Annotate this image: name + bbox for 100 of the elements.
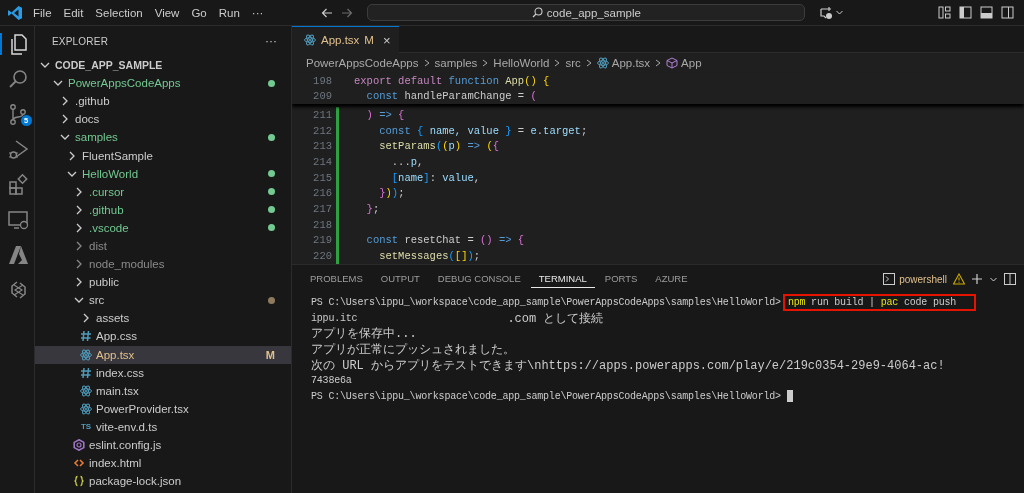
menu-item[interactable]: Selection (89, 4, 149, 21)
line-number: 219 (312, 234, 332, 247)
tree-item[interactable]: .github (35, 200, 291, 219)
terminal-text: 7438e6a (311, 375, 352, 387)
plus-icon[interactable] (971, 273, 983, 285)
tree-item[interactable]: samples (35, 128, 291, 147)
vscode-logo-icon (7, 4, 23, 21)
tree-section-header[interactable]: CODE_APP_SAMPLE (35, 56, 291, 75)
tab-label: App.tsx (321, 34, 360, 47)
branch-icon[interactable] (7, 103, 29, 125)
typescript-icon: TS (80, 422, 92, 432)
terminal-text: アプリを保存中... (311, 326, 417, 343)
toggle-panel-icon[interactable] (980, 6, 993, 19)
tree-item[interactable]: .github (35, 92, 291, 111)
breadcrumb-item[interactable]: src (565, 57, 581, 69)
sidebar-title: EXPLORER (52, 35, 109, 47)
tree-item[interactable]: package-lock.json (35, 472, 291, 491)
menu-item[interactable]: ··· (245, 4, 270, 21)
editor-tab[interactable]: App.tsx M × (292, 26, 399, 54)
menu-item[interactable]: Run (212, 4, 246, 21)
panel-tab[interactable]: PROBLEMS (302, 270, 371, 288)
tree-item[interactable]: docs (35, 110, 291, 129)
menu-item[interactable]: Edit (57, 4, 90, 21)
tree-item[interactable]: dist (35, 236, 291, 256)
tree-item[interactable]: PowerProvider.tsx (35, 399, 291, 418)
forward-arrow-icon[interactable] (341, 6, 354, 19)
tree-item[interactable]: .cursor (35, 182, 291, 201)
react-atom-icon (80, 384, 92, 397)
menu-item[interactable]: File (27, 4, 58, 21)
tree-item[interactable]: App.tsx M (35, 345, 291, 364)
breadcrumb-item[interactable]: samples (434, 57, 478, 69)
tree-item[interactable]: .vscode (35, 218, 291, 237)
command-center-search[interactable]: code_app_sample (367, 4, 806, 21)
hash-icon (80, 330, 92, 343)
terminal-text: アプリが正常にプッシュされました。 (311, 342, 515, 359)
line-number: 209 (312, 90, 332, 103)
terminal-selector[interactable]: powershell (883, 273, 947, 285)
tree-item[interactable]: node_modules (35, 255, 291, 274)
cube-icon (666, 57, 679, 69)
terminal-text: 次の URL からアプリをテストできます\nhttps://apps.powerapps.com/play/e/219c0354-29e9-4064-ac! (311, 357, 945, 374)
code-line: export default function App() { (354, 74, 550, 87)
line-number: 212 (312, 124, 332, 137)
code-line: const handleParamChange = ( (365, 90, 537, 103)
tree-item[interactable]: index.css (35, 363, 291, 382)
hexagon-icon (73, 439, 85, 451)
tree-item[interactable]: FluentSample (35, 146, 291, 165)
line-number: 217 (312, 203, 332, 216)
tree-item[interactable]: assets (35, 309, 291, 328)
git-status-letter: M (265, 348, 275, 361)
tree-item[interactable]: App.css (35, 327, 291, 346)
menu-item[interactable]: Go (185, 4, 213, 21)
tree-item[interactable]: index.html (35, 454, 291, 473)
back-arrow-icon[interactable] (321, 6, 334, 19)
line-number: 213 (312, 140, 332, 153)
chevron-down-icon[interactable] (835, 8, 845, 17)
panel-tab[interactable]: OUTPUT (372, 270, 428, 288)
search-icon (531, 7, 543, 18)
split-icon[interactable] (1004, 273, 1016, 285)
panel-tab[interactable]: DEBUG CONSOLE (429, 270, 529, 288)
curly-braces-icon (73, 475, 85, 488)
breadcrumb-item[interactable]: App (666, 57, 702, 69)
code-line: setParams((p) => ({ (378, 140, 499, 153)
code-line: ...p, (390, 156, 424, 169)
toggle-secondary-sidebar-icon[interactable] (1001, 6, 1014, 19)
tree-item[interactable]: main.tsx (35, 381, 291, 400)
tree-item[interactable]: eslint.config.js (35, 435, 291, 455)
react-atom-icon (304, 34, 316, 47)
code-line: setMessages([]); (378, 250, 481, 263)
play-bug-icon[interactable] (7, 138, 29, 160)
panel-tab[interactable]: AZURE (647, 270, 696, 288)
extensions-icon[interactable] (7, 173, 29, 195)
tree-item[interactable]: src (35, 291, 291, 310)
code-line: const { name, value } = e.target; (378, 124, 588, 137)
layout-grid-icon[interactable] (938, 6, 951, 19)
react-atom-icon (596, 57, 609, 69)
search-icon[interactable] (7, 68, 29, 90)
code-line: [name]: value, (390, 171, 481, 184)
terminal-text: ippu.itc (311, 312, 358, 324)
tree-item[interactable]: public (35, 273, 291, 292)
more-actions-button[interactable]: ··· (261, 34, 281, 48)
breadcrumb-item[interactable]: App.tsx (596, 57, 651, 69)
line-number: 215 (312, 171, 332, 184)
warning-icon[interactable] (953, 273, 965, 285)
tree-item[interactable]: TS vite-env.d.ts (35, 417, 291, 436)
panel-tab[interactable]: TERMINAL (530, 270, 595, 288)
code-line: }; (365, 203, 380, 216)
panel-tab[interactable]: PORTS (596, 270, 646, 288)
line-number: 214 (312, 156, 332, 169)
breadcrumb-item[interactable]: HelloWorld (493, 57, 550, 69)
toggle-sidebar-icon[interactable] (959, 6, 972, 19)
monitor-icon[interactable] (7, 208, 29, 230)
tree-item[interactable]: PowerAppsCodeApps (35, 74, 291, 93)
tree-item[interactable]: HelloWorld (35, 164, 291, 183)
modified-label: M (364, 34, 374, 47)
close-tab-button[interactable]: × (382, 32, 391, 48)
breadcrumb-item[interactable]: PowerAppsCodeApps (306, 57, 419, 69)
azure-a-icon[interactable] (7, 243, 29, 265)
hash-icon (80, 366, 92, 379)
code-line: ) => { (365, 108, 405, 121)
menu-item[interactable]: View (148, 4, 186, 21)
